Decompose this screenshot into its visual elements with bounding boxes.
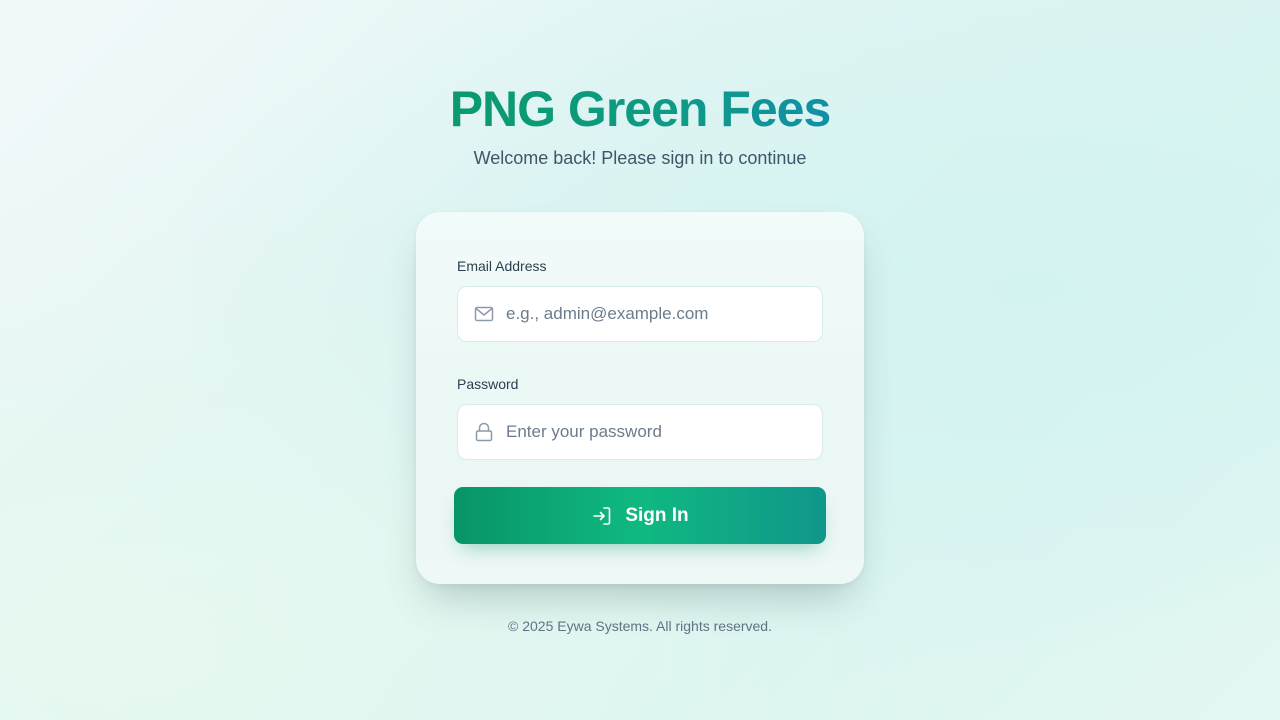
footer-copyright: © 2025 Eywa Systems. All rights reserved…	[508, 618, 772, 634]
sign-in-label: Sign In	[625, 504, 689, 526]
mail-icon	[474, 306, 494, 322]
page-header: PNG Green Fees Welcome back! Please sign…	[0, 80, 1280, 170]
email-input[interactable]	[506, 287, 806, 341]
login-card: Email Address Password Sign In	[416, 212, 864, 584]
app-title: PNG Green Fees	[449, 81, 832, 137]
sign-in-button[interactable]: Sign In	[454, 487, 826, 544]
email-label: Email Address	[457, 258, 547, 274]
password-label: Password	[457, 376, 519, 392]
page-subtitle: Welcome back! Please sign in to continue	[473, 148, 807, 168]
password-field-container[interactable]	[457, 404, 823, 460]
email-field-container[interactable]	[457, 286, 823, 342]
sign-in-icon	[593, 506, 611, 525]
lock-icon	[475, 422, 493, 442]
password-input[interactable]	[506, 405, 806, 459]
